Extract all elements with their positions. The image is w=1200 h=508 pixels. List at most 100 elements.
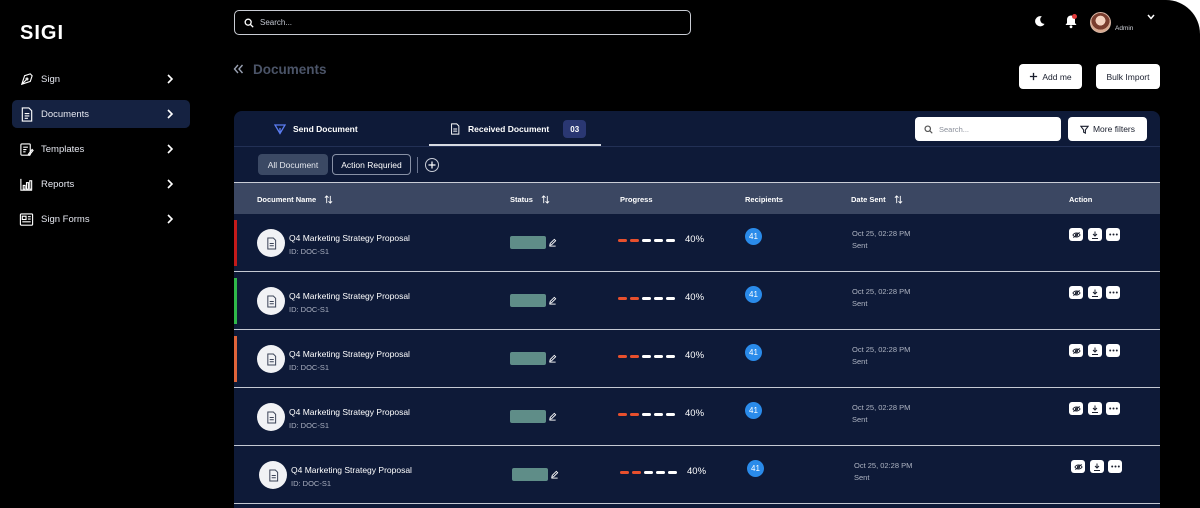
more-icon bbox=[1108, 233, 1118, 236]
progress-percent: 40% bbox=[687, 466, 707, 477]
chevron-right-icon bbox=[167, 214, 174, 224]
collapse-sidebar-icon[interactable] bbox=[233, 64, 244, 74]
document-icon bbox=[18, 106, 35, 123]
sidebar-item-label: Reports bbox=[41, 178, 75, 190]
card-search[interactable] bbox=[915, 117, 1061, 141]
tab-send-document[interactable]: Send Document bbox=[274, 111, 358, 147]
more-filters-label: More filters bbox=[1092, 124, 1136, 134]
document-name[interactable]: Q4 Marketing Strategy Proposal bbox=[289, 291, 410, 301]
document-name[interactable]: Q4 Marketing Strategy Proposal bbox=[289, 349, 410, 359]
page-title: Documents bbox=[253, 62, 327, 77]
chevron-right-icon bbox=[167, 144, 174, 154]
progress-percent: 40% bbox=[685, 292, 705, 303]
send-icon bbox=[274, 124, 286, 135]
download-icon bbox=[1092, 231, 1098, 239]
chip-action-required[interactable]: Action Requried bbox=[332, 154, 411, 175]
send-state: Sent bbox=[854, 473, 870, 482]
column-date-sent[interactable]: Date Sent bbox=[851, 183, 903, 215]
edit-icon[interactable] bbox=[548, 296, 557, 305]
more-options-button[interactable] bbox=[1106, 286, 1120, 299]
view-button[interactable] bbox=[1069, 286, 1083, 299]
more-options-button[interactable] bbox=[1106, 228, 1120, 241]
document-name[interactable]: Q4 Marketing Strategy Proposal bbox=[289, 233, 410, 243]
download-button[interactable] bbox=[1088, 228, 1102, 241]
download-button[interactable] bbox=[1090, 460, 1104, 473]
download-button[interactable] bbox=[1088, 402, 1102, 415]
download-button[interactable] bbox=[1088, 344, 1102, 357]
more-options-button[interactable] bbox=[1108, 460, 1122, 473]
table-row[interactable]: Q4 Marketing Strategy Proposal ID: DOC-S1… bbox=[234, 214, 1160, 272]
progress-segment bbox=[642, 355, 651, 358]
view-button[interactable] bbox=[1071, 460, 1085, 473]
view-button[interactable] bbox=[1069, 228, 1083, 241]
column-status[interactable]: Status bbox=[510, 183, 550, 215]
recipients-badge[interactable]: 41 bbox=[747, 460, 764, 477]
progress-segment bbox=[666, 239, 675, 242]
table-row[interactable]: Q4 Marketing Strategy Proposal ID: DOC-S1… bbox=[234, 446, 1160, 504]
recipients-badge[interactable]: 41 bbox=[745, 402, 762, 419]
column-label: Progress bbox=[620, 194, 653, 204]
progress-segment bbox=[668, 471, 677, 474]
table-row[interactable]: Q4 Marketing Strategy Proposal ID: DOC-S1… bbox=[234, 272, 1160, 330]
edit-icon[interactable] bbox=[548, 412, 557, 421]
column-label: Recipients bbox=[745, 194, 783, 204]
row-priority-stripe bbox=[234, 278, 237, 324]
sidebar-item-documents[interactable]: Documents bbox=[12, 100, 190, 128]
send-state: Sent bbox=[852, 241, 868, 250]
edit-icon[interactable] bbox=[548, 238, 557, 247]
column-document-name[interactable]: Document Name bbox=[257, 183, 333, 215]
more-options-button[interactable] bbox=[1106, 344, 1120, 357]
more-options-button[interactable] bbox=[1106, 402, 1120, 415]
progress-bar bbox=[618, 413, 680, 417]
sidebar-item-templates[interactable]: Templates bbox=[12, 135, 190, 163]
status-badge bbox=[510, 410, 546, 423]
hide-icon bbox=[1073, 463, 1083, 470]
document-name[interactable]: Q4 Marketing Strategy Proposal bbox=[289, 407, 410, 417]
table-row[interactable]: Q4 Marketing Strategy Proposal ID: DOC-S1… bbox=[234, 388, 1160, 446]
chevron-down-icon[interactable] bbox=[1146, 12, 1156, 22]
download-button[interactable] bbox=[1088, 286, 1102, 299]
sidebar-item-sign-forms[interactable]: Sign Forms bbox=[12, 205, 190, 233]
chip-all-document[interactable]: All Document bbox=[258, 154, 328, 175]
add-me-button[interactable]: Add me bbox=[1019, 64, 1082, 89]
user-name: Admin bbox=[1115, 25, 1134, 32]
sidebar-item-reports[interactable]: Reports bbox=[12, 170, 190, 198]
progress-percent: 40% bbox=[685, 350, 705, 361]
download-icon bbox=[1092, 289, 1098, 297]
document-name[interactable]: Q4 Marketing Strategy Proposal bbox=[291, 465, 412, 475]
tab-received-document[interactable]: Received Document 03 bbox=[449, 111, 587, 147]
recipients-badge[interactable]: 41 bbox=[745, 286, 762, 303]
add-filter-button[interactable] bbox=[425, 158, 439, 172]
progress-percent: 40% bbox=[685, 234, 705, 245]
download-icon bbox=[1092, 405, 1098, 413]
send-state: Sent bbox=[852, 415, 868, 424]
more-filters-button[interactable]: More filters bbox=[1068, 117, 1147, 141]
recipients-badge[interactable]: 41 bbox=[745, 228, 762, 245]
hide-icon bbox=[1071, 231, 1081, 238]
status-badge bbox=[510, 236, 546, 249]
app-frame: SIGI Sign Documents Templates Reports Si… bbox=[0, 0, 1200, 508]
sort-icon[interactable] bbox=[541, 194, 550, 204]
view-button[interactable] bbox=[1069, 402, 1083, 415]
sort-icon[interactable] bbox=[324, 194, 333, 204]
bulk-import-button[interactable]: Bulk Import bbox=[1096, 64, 1160, 89]
plus-icon bbox=[1030, 72, 1038, 81]
table-row[interactable]: Q4 Marketing Strategy Proposal ID: DOC-S1… bbox=[234, 330, 1160, 388]
row-priority-stripe bbox=[234, 336, 237, 382]
view-button[interactable] bbox=[1069, 344, 1083, 357]
avatar[interactable] bbox=[1090, 12, 1111, 33]
recipients-badge[interactable]: 41 bbox=[745, 344, 762, 361]
chip-divider bbox=[417, 157, 418, 173]
sort-icon[interactable] bbox=[894, 194, 903, 204]
edit-icon[interactable] bbox=[550, 470, 559, 479]
progress-segment bbox=[644, 471, 653, 474]
date-sent: Oct 25, 02:28 PM bbox=[852, 229, 911, 238]
edit-icon[interactable] bbox=[548, 354, 557, 363]
hide-icon bbox=[1071, 289, 1081, 296]
file-icon bbox=[257, 229, 285, 257]
sidebar-item-sign[interactable]: Sign bbox=[12, 65, 190, 93]
global-search-input[interactable] bbox=[260, 18, 660, 27]
moon-icon[interactable] bbox=[1033, 15, 1046, 28]
global-search[interactable] bbox=[234, 10, 691, 35]
card-search-input[interactable] bbox=[939, 124, 1049, 134]
